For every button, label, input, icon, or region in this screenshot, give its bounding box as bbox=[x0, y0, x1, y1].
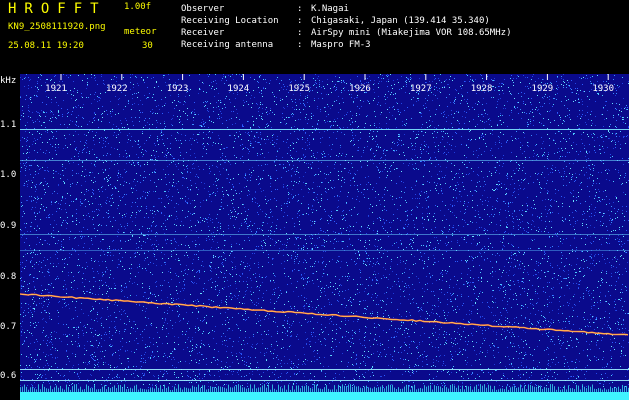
mode-label: meteor bbox=[124, 27, 157, 37]
y-tick-label: 1.0 bbox=[0, 170, 17, 180]
info-key: Observer bbox=[181, 4, 225, 14]
frequency-line bbox=[20, 250, 629, 251]
station-info: Observer: K.Nagai Receiving Location: Chig… bbox=[181, 3, 511, 51]
y-tick-label: 1.1 bbox=[0, 120, 17, 130]
mode-value: 30 bbox=[142, 41, 153, 51]
frequency-line bbox=[20, 160, 629, 161]
info-row-receiver: Receiver: AirSpy mini (Miakejima VOR 108.… bbox=[181, 27, 511, 39]
info-key: Receiving antenna bbox=[181, 40, 274, 50]
info-key: Receiver bbox=[181, 28, 225, 38]
axis-unit-label: kHz bbox=[0, 76, 17, 86]
info-sep: : bbox=[297, 4, 303, 14]
version-label: 1.00f bbox=[124, 2, 152, 12]
y-tick-label: 0.7 bbox=[0, 322, 17, 332]
info-sep: : bbox=[297, 40, 303, 50]
x-tick-label: 1925 bbox=[288, 84, 310, 94]
x-tick-label: 1930 bbox=[592, 84, 614, 94]
info-value: Chigasaki, Japan (139.414 35.340) bbox=[311, 16, 490, 26]
info-sep: : bbox=[297, 16, 303, 26]
info-value: K.Nagai bbox=[311, 4, 349, 14]
x-tick-label: 1923 bbox=[167, 84, 189, 94]
x-tick-label: 1926 bbox=[349, 84, 371, 94]
info-value: AirSpy mini (Miakejima VOR 108.65MHz) bbox=[311, 28, 512, 38]
y-tick-label: 0.6 bbox=[0, 371, 17, 381]
info-key: Receiving Location bbox=[181, 16, 279, 26]
info-row-antenna: Receiving antenna: Maspro FM-3 bbox=[181, 39, 511, 51]
y-tick-label: 0.9 bbox=[0, 221, 17, 231]
frequency-line bbox=[20, 369, 629, 370]
y-tick-label: 0.8 bbox=[0, 272, 17, 282]
spectrogram-background bbox=[20, 74, 629, 400]
info-value: Maspro FM-3 bbox=[311, 40, 371, 50]
x-tick-label: 1922 bbox=[106, 84, 128, 94]
info-row-observer: Observer: K.Nagai bbox=[181, 3, 511, 15]
frequency-line bbox=[20, 129, 629, 130]
x-tick-label: 1929 bbox=[532, 84, 554, 94]
app-logo: HROFFT bbox=[8, 1, 107, 17]
header: HROFFT 1.00f KN9_2508111920.png meteor 2… bbox=[0, 0, 629, 74]
datetime-label: 25.08.11 19:20 bbox=[8, 41, 84, 51]
x-tick-label: 1927 bbox=[410, 84, 432, 94]
frequency-line bbox=[20, 234, 629, 235]
info-row-location: Receiving Location: Chigasaki, Japan (139… bbox=[181, 15, 511, 27]
x-tick-label: 1924 bbox=[228, 84, 250, 94]
x-tick-label: 1928 bbox=[471, 84, 493, 94]
x-tick-label: 1921 bbox=[45, 84, 67, 94]
file-name: KN9_2508111920.png bbox=[8, 22, 106, 32]
spectrogram: 1921 1922 1923 1924 1925 1926 1927 1928 1929 1930 bbox=[20, 74, 629, 400]
info-sep: : bbox=[297, 28, 303, 38]
frequency-line bbox=[20, 380, 629, 381]
